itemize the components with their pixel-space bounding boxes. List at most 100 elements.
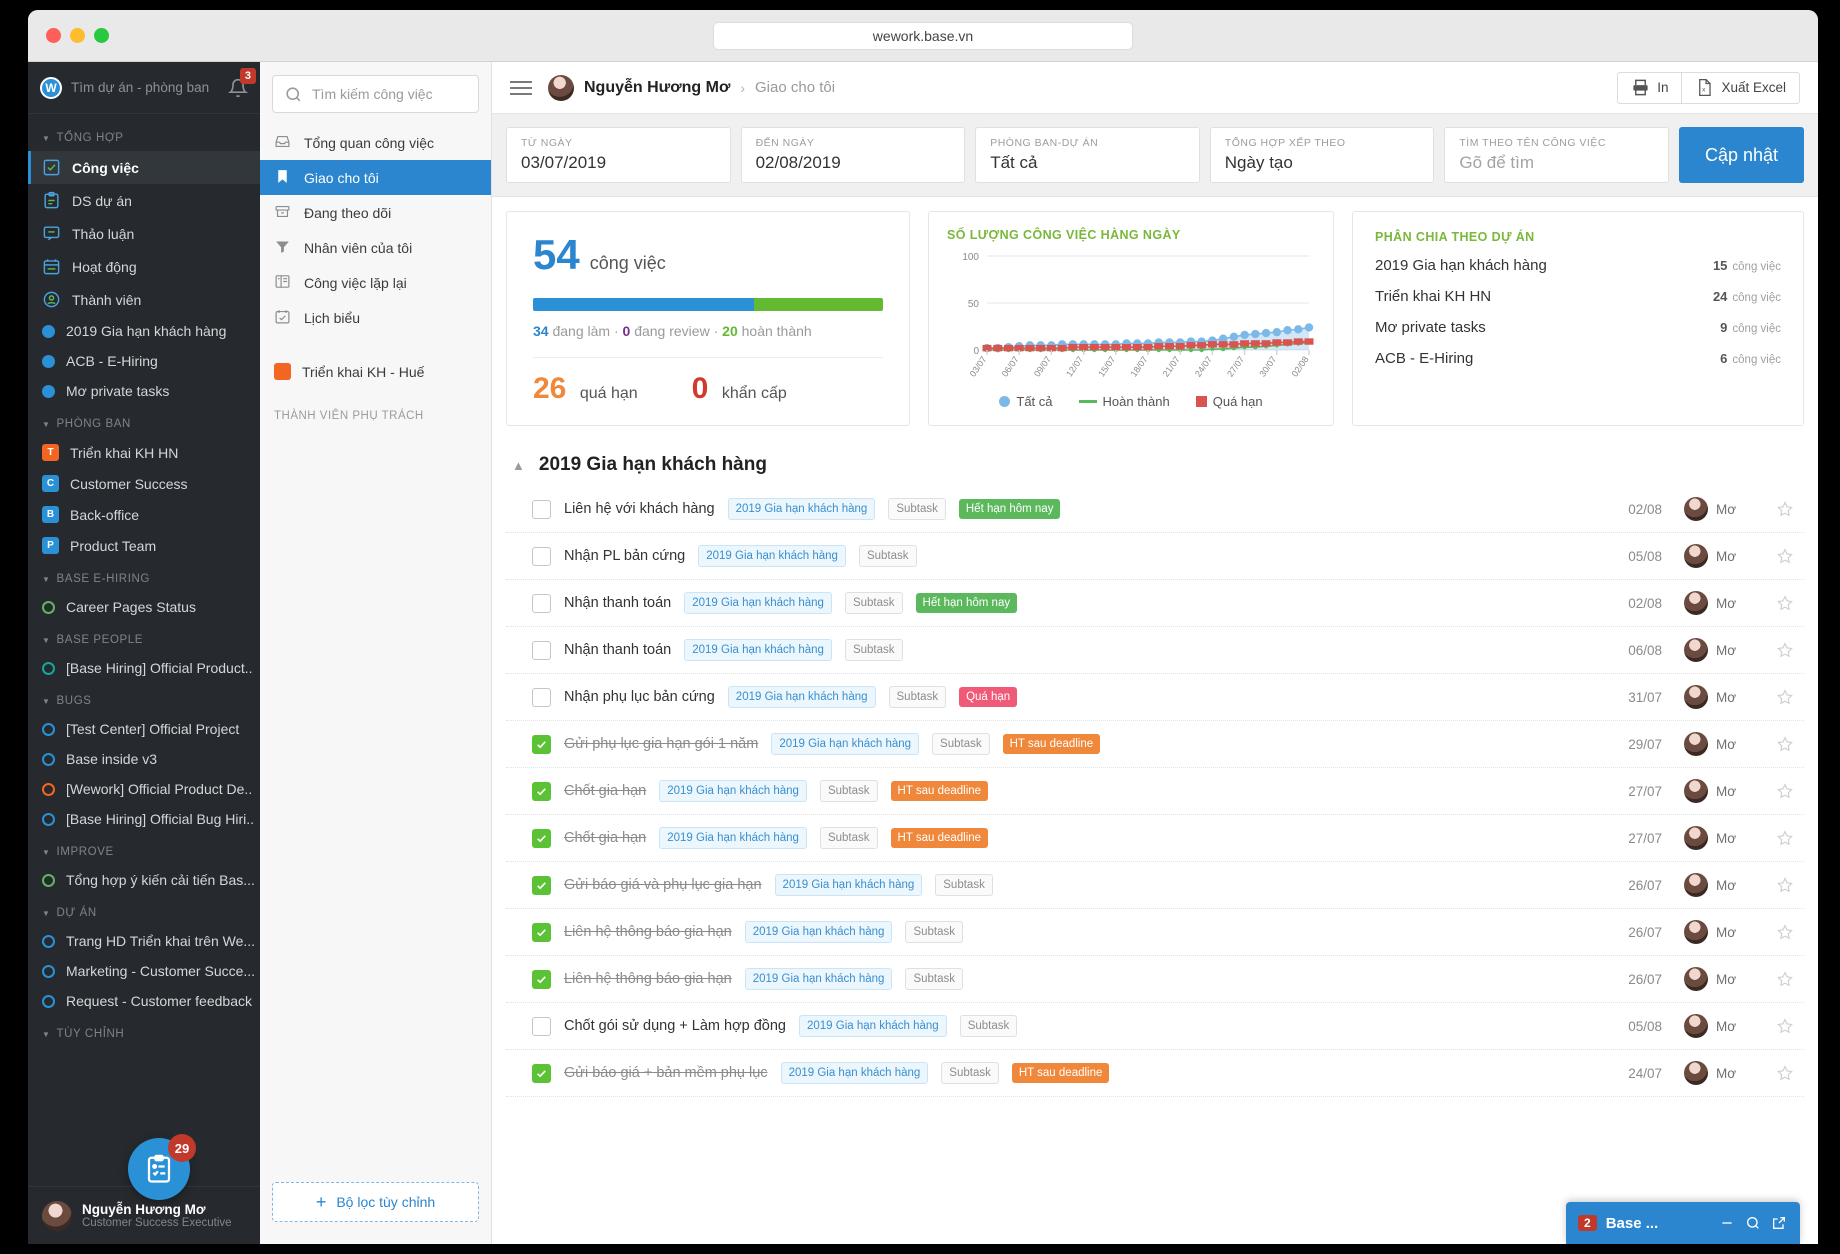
menu-toggle-icon[interactable] [510,81,532,95]
task-search-box[interactable] [272,75,479,113]
sidebar-search-label[interactable]: Tìm dự án - phòng ban [71,80,219,95]
task-name[interactable]: Nhận thanh toán [564,595,671,611]
task-row[interactable]: Chốt gia hạn2019 Gia hạn khách hàngSubta… [506,768,1804,815]
sidebar-item-tri-n-khai-kh-hn[interactable]: TTriển khai KH HN [28,437,260,468]
sidebar-group-header[interactable]: ▼BUGS [28,683,260,714]
minimize-window-button[interactable] [70,28,85,43]
task-checkbox[interactable] [532,1064,551,1083]
chart-legend-item[interactable]: Tất cả [999,394,1052,409]
sidebar-item-c-ng-vi-c[interactable]: Công việc [28,151,260,184]
star-icon[interactable] [1776,923,1794,941]
sidebar-item-trang-hd-tri-n-khai-tr-n-we[interactable]: Trang HD Triển khai trên We... [28,926,260,956]
task-name[interactable]: Chốt gia hạn [564,783,646,799]
panel-item-c-ng-vi-c-l-p-l-i[interactable]: Công việc lặp lại [260,265,491,300]
sidebar-item-ds-d-n[interactable]: DS dự án [28,184,260,217]
task-project-tag[interactable]: 2019 Gia hạn khách hàng [659,827,807,849]
sidebar-item-ho-t-ng[interactable]: Hoạt động [28,250,260,283]
task-row[interactable]: Nhận phụ lục bản cứng2019 Gia hạn khách … [506,674,1804,721]
maximize-window-button[interactable] [94,28,109,43]
panel-item-ang-theo-d-i[interactable]: Đang theo dõi [260,195,491,230]
sidebar-group-header[interactable]: ▼BASE PEOPLE [28,622,260,653]
filter-field-n-ng-y[interactable]: ĐẾN NGÀY02/08/2019 [741,127,966,183]
task-project-tag[interactable]: 2019 Gia hạn khách hàng [799,1015,947,1037]
print-button[interactable]: In [1617,72,1682,104]
sidebar-item-request-customer-feedback[interactable]: Request - Customer feedback [28,986,260,1016]
close-window-button[interactable] [46,28,61,43]
sidebar-group-header[interactable]: ▼IMPROVE [28,834,260,865]
task-row[interactable]: Gửi phụ lục gia hạn gói 1 năm2019 Gia hạ… [506,721,1804,768]
distribution-row[interactable]: Triển khai KH HN24công việc [1375,281,1781,312]
star-icon[interactable] [1776,547,1794,565]
task-row[interactable]: Gửi báo giá + bản mềm phụ lục 2019 Gia hạ… [506,1050,1804,1097]
panel-project-item[interactable]: Triển khai KH - Huế [260,355,491,388]
filter-field-t-m-theo-t-n-c-ng-vi-c[interactable]: TÌM THEO TÊN CÔNG VIỆCGõ để tìm [1444,127,1669,183]
task-row[interactable]: Chốt gia hạn2019 Gia hạn khách hàngSubta… [506,815,1804,862]
task-assignee[interactable]: Mơ [1684,1061,1754,1085]
task-assignee[interactable]: Mơ [1684,873,1754,897]
star-icon[interactable] [1776,829,1794,847]
search-icon[interactable] [1745,1215,1762,1232]
task-name[interactable]: Nhận thanh toán [564,642,671,658]
task-name[interactable]: Chốt gia hạn [564,830,646,846]
panel-item-l-ch-bi-u[interactable]: Lịch biểu [260,300,491,335]
task-name[interactable]: Liên hệ với khách hàng [564,501,715,517]
address-bar[interactable]: wework.base.vn [713,22,1133,50]
task-assignee[interactable]: Mơ [1684,779,1754,803]
sidebar-item-base-hiring-official-product[interactable]: [Base Hiring] Official Product.. [28,653,260,683]
sidebar-item-customer-success[interactable]: CCustomer Success [28,468,260,499]
distribution-row[interactable]: Mơ private tasks9công việc [1375,312,1781,343]
notification-bell-icon[interactable]: 3 [228,78,248,98]
sidebar-item-th-o-lu-n[interactable]: Thảo luận [28,217,260,250]
sidebar-group-header[interactable]: ▼PHÒNG BAN [28,406,260,437]
task-checkbox[interactable] [532,1017,551,1036]
sidebar-item-product-team[interactable]: PProduct Team [28,530,260,561]
task-assignee[interactable]: Mơ [1684,1014,1754,1038]
sidebar-item-base-hiring-official-bug-hiri[interactable]: [Base Hiring] Official Bug Hiri.. [28,804,260,834]
sidebar-item-2019-gia-h-n-kh-ch-h-ng[interactable]: 2019 Gia hạn khách hàng [28,316,260,346]
star-icon[interactable] [1776,500,1794,518]
task-project-tag[interactable]: 2019 Gia hạn khách hàng [781,1062,929,1084]
filter-field-ph-ng-ban-d-n[interactable]: PHÒNG BAN-DỰ ÁNTất cả [975,127,1200,183]
task-project-tag[interactable]: 2019 Gia hạn khách hàng [684,639,832,661]
task-assignee[interactable]: Mơ [1684,685,1754,709]
filter-field-t-ng-h-p-x-p-theo[interactable]: TỔNG HỢP XẾP THEONgày tạo [1210,127,1435,183]
star-icon[interactable] [1776,735,1794,753]
star-icon[interactable] [1776,876,1794,894]
task-name[interactable]: Liên hệ thông báo gia hạn [564,971,732,987]
sidebar-group-header[interactable]: ▼TỔNG HỢP [28,120,260,151]
task-row[interactable]: Nhận thanh toán2019 Gia hạn khách hàngSu… [506,627,1804,674]
breadcrumb-user[interactable]: Nguyễn Hương Mơ [584,79,730,97]
task-assignee[interactable]: Mơ [1684,920,1754,944]
sidebar-item-test-center-official-project[interactable]: [Test Center] Official Project [28,714,260,744]
task-checkbox[interactable] [532,923,551,942]
star-icon[interactable] [1776,1017,1794,1035]
task-row[interactable]: Nhận thanh toán2019 Gia hạn khách hàngSu… [506,580,1804,627]
task-assignee[interactable]: Mơ [1684,497,1754,521]
panel-item-nh-n-vi-n-c-a-t-i[interactable]: Nhân viên của tôi [260,230,491,265]
sidebar-item-t-ng-h-p-ki-n-c-i-ti-n-bas[interactable]: Tổng hợp ý kiến cải tiến Bas... [28,865,260,895]
panel-item-t-ng-quan-c-ng-vi-c[interactable]: Tổng quan công việc [260,125,491,160]
star-icon[interactable] [1776,782,1794,800]
task-checkbox[interactable] [532,970,551,989]
task-name[interactable]: Nhận phụ lục bản cứng [564,689,715,705]
star-icon[interactable] [1776,970,1794,988]
task-checkbox[interactable] [532,829,551,848]
task-name[interactable]: Gửi báo giá + bản mềm phụ lục [564,1065,768,1081]
sidebar-group-header[interactable]: ▼DỰ ÁN [28,895,260,926]
task-assignee[interactable]: Mơ [1684,591,1754,615]
chart-legend-item[interactable]: Quá hạn [1196,394,1263,409]
sidebar-item-m-private-tasks[interactable]: Mơ private tasks [28,376,260,406]
sidebar-item-acb-e-hiring[interactable]: ACB - E-Hiring [28,346,260,376]
task-row[interactable]: Chốt gói sử dụng + Làm hợp đồng2019 Gia … [506,1003,1804,1050]
task-assignee[interactable]: Mơ [1684,544,1754,568]
filter-field-t-ng-y[interactable]: TỪ NGÀY03/07/2019 [506,127,731,183]
task-project-tag[interactable]: 2019 Gia hạn khách hàng [659,780,807,802]
task-checkbox[interactable] [532,688,551,707]
star-icon[interactable] [1776,594,1794,612]
chat-widget[interactable]: 2 Base ... [1566,1202,1800,1244]
task-project-tag[interactable]: 2019 Gia hạn khách hàng [698,545,846,567]
custom-filter-button[interactable]: + Bộ lọc tùy chỉnh [272,1182,479,1222]
sidebar-item-career-pages-status[interactable]: Career Pages Status [28,592,260,622]
sidebar-group-header[interactable]: ▼TÙY CHỈNH [28,1016,260,1047]
task-project-tag[interactable]: 2019 Gia hạn khách hàng [728,498,876,520]
